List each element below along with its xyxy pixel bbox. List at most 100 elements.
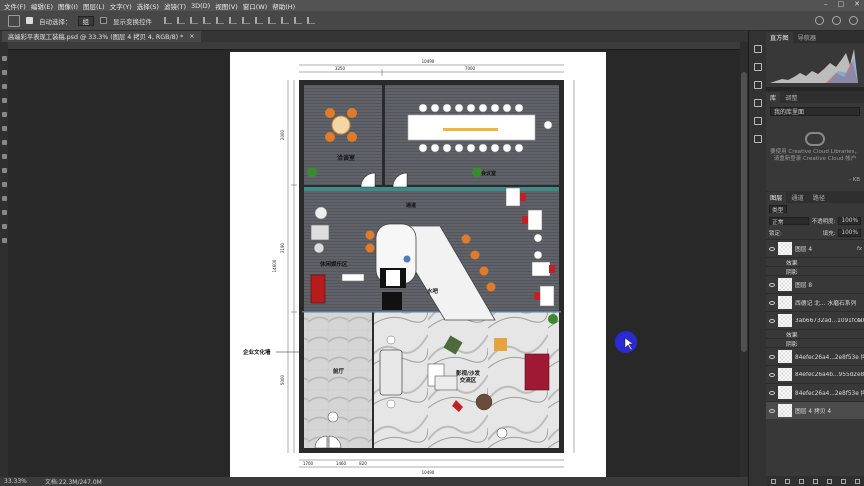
distribute-middle-icon[interactable] [255,17,263,24]
tool-icon[interactable] [1,98,7,103]
align-middle-icon[interactable] [216,17,224,24]
fx-badge[interactable]: fx [857,318,862,324]
brush-icon[interactable] [753,117,762,125]
tab-navigator[interactable]: 导航器 [794,32,821,43]
distribute-center-icon[interactable] [294,17,302,24]
opacity-input[interactable]: 100% [838,217,861,225]
move-tool-icon[interactable] [8,14,20,27]
visibility-eye-icon[interactable] [769,408,775,413]
share-icon[interactable] [849,16,858,25]
character-icon[interactable] [753,135,762,143]
fx-badge[interactable]: fx [857,246,862,252]
align-left-icon[interactable] [164,17,172,24]
vertical-scrollbar[interactable] [740,42,748,477]
tool-icon[interactable] [1,154,7,159]
blend-mode-select[interactable]: 正常 [769,217,809,226]
tool-icon[interactable] [1,112,7,117]
maximize-icon[interactable]: □ [838,0,845,8]
fill-input[interactable]: 100% [838,229,861,237]
layer-row[interactable]: 图层 8 [766,275,864,293]
tool-icon[interactable] [1,238,7,243]
visibility-eye-icon[interactable] [769,282,775,287]
distribute-bottom-icon[interactable] [268,17,276,24]
scroll-thumb[interactable] [741,72,747,352]
show-transform-checkbox[interactable] [100,17,107,24]
folder-icon[interactable] [826,478,832,484]
visibility-eye-icon[interactable] [769,318,775,323]
visibility-eye-icon[interactable] [769,354,775,359]
tab-libraries[interactable]: 库 [766,92,781,103]
layer-effect-row[interactable]: 效果 [766,329,864,339]
layer-effect-row[interactable]: 阴影 [766,266,864,276]
tab-layers[interactable]: 图层 [766,192,787,203]
menu-window[interactable]: 窗口(W) [243,1,273,11]
layer-row[interactable]: 84efec26a4...2e8f53e 拷贝 [766,383,864,401]
menu-3d[interactable]: 3D(D) [191,2,215,10]
visibility-eye-icon[interactable] [769,372,775,377]
tool-icon[interactable] [1,182,7,187]
close-window-icon[interactable]: ✕ [854,0,860,8]
kind-filter-select[interactable]: 类型 [769,205,787,214]
menu-select[interactable]: 选择(S) [137,1,164,11]
menu-layer[interactable]: 图层(L) [83,1,110,11]
align-center-icon[interactable] [177,17,185,24]
history-icon[interactable] [753,45,762,53]
align-top-icon[interactable] [203,17,211,24]
align-right-icon[interactable] [190,17,198,24]
layer-row[interactable]: 3ab66732ad...1091fce0d fx [766,311,864,329]
trash-icon[interactable] [854,478,860,484]
document-tab[interactable]: 高端彩平表现工装稿.psd @ 33.3% (图层 4 拷贝 4, RGB/8)… [2,31,201,42]
auto-select-dropdown[interactable]: 组 [77,15,94,26]
new-layer-icon[interactable] [840,478,846,484]
paragraph-icon[interactable] [753,81,762,89]
visibility-eye-icon[interactable] [769,300,775,305]
tool-icon[interactable] [1,70,7,75]
visibility-eye-icon[interactable] [769,390,775,395]
menu-edit[interactable]: 编辑(E) [31,1,58,11]
auto-select-checkbox[interactable] [26,17,33,24]
fx-icon[interactable] [784,478,790,484]
tool-icon[interactable] [1,84,7,89]
play-icon[interactable] [753,63,762,71]
tool-icon[interactable] [1,126,7,131]
menu-file[interactable]: 文件(F) [4,1,31,11]
menu-type[interactable]: 文字(Y) [110,1,137,11]
document-canvas[interactable]: 洽谈室 会议室 休闲娱乐区 通道 水吧 前厅 影视/沙发 交流区 企业文化墙 1… [8,50,740,477]
layer-row[interactable]: 图层 4 fx [766,239,864,257]
link-icon[interactable] [770,478,776,484]
distribute-top-icon[interactable] [242,17,250,24]
layer-row-selected[interactable]: 图层 4 拷贝 4 [766,401,864,419]
tab-channels[interactable]: 通道 [787,192,807,203]
visibility-eye-icon[interactable] [769,246,775,251]
layer-row[interactable]: 84efec26a4...2e8f53e 拷贝 [766,347,864,365]
tool-icon[interactable] [1,196,7,201]
zoom-level[interactable]: 33.33% [4,478,27,485]
minimize-icon[interactable]: – [824,0,828,8]
menu-view[interactable]: 视图(V) [215,1,243,11]
mask-icon[interactable] [798,478,804,484]
tab-paths[interactable]: 路径 [809,192,829,203]
layer-effect-row[interactable]: 阴影 [766,338,864,348]
layer-effect-row[interactable]: 效果 [766,257,864,267]
distribute-left-icon[interactable] [281,17,289,24]
library-select[interactable]: 我的库里面 [770,107,860,116]
layer-row[interactable]: 84efec26a4b...955d2e8f53e [766,365,864,383]
menu-filter[interactable]: 滤镜(T) [164,1,191,11]
tab-adjustments[interactable]: 调整 [781,92,801,103]
tool-icon[interactable] [1,56,7,61]
tab-histogram[interactable]: 直方图 [766,32,793,43]
menu-image[interactable]: 图像(I) [58,1,83,11]
info-icon[interactable] [753,99,762,107]
distribute-right-icon[interactable] [307,17,315,24]
menu-help[interactable]: 帮助(H) [272,1,300,11]
adjustment-icon[interactable] [812,478,818,484]
align-bottom-icon[interactable] [229,17,237,24]
tool-icon[interactable] [1,210,7,215]
tool-icon[interactable] [1,168,7,173]
tool-icon[interactable] [1,140,7,145]
layer-row[interactable]: 西德记 北... 水磨石系列 [766,293,864,311]
workspace-icon[interactable] [832,16,841,25]
tool-icon[interactable] [1,224,7,229]
search-icon[interactable] [815,16,824,25]
close-tab-icon[interactable]: × [189,33,194,40]
